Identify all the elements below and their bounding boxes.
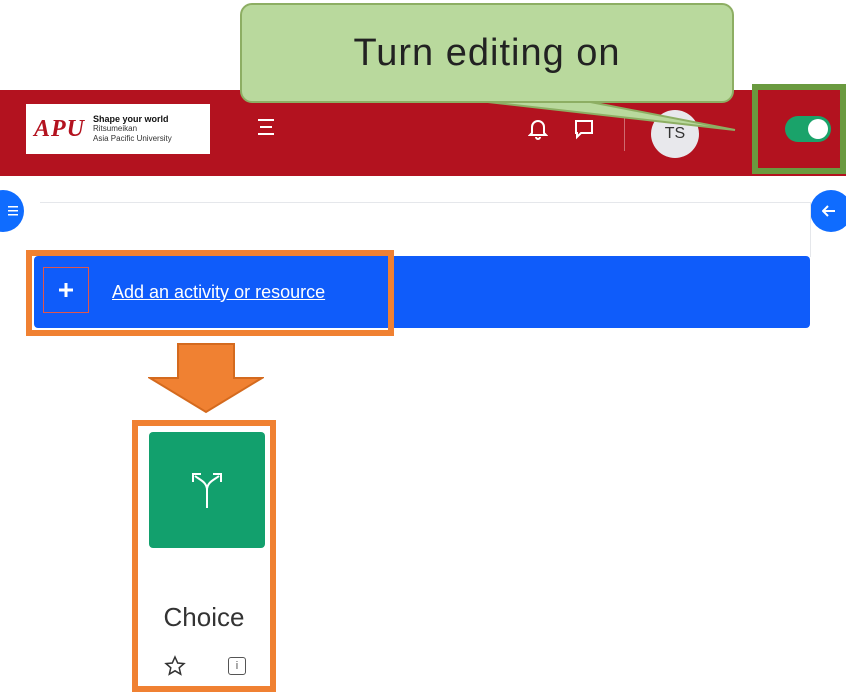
brand-text: Shape your world Ritsumeikan Asia Pacifi… — [93, 114, 172, 144]
down-arrow-icon — [148, 343, 264, 414]
callout-turn-editing: Turn editing on — [240, 3, 734, 103]
brand-tagline: Shape your world — [93, 114, 169, 124]
star-icon[interactable] — [164, 655, 186, 682]
site-logo[interactable]: APU Shape your world Ritsumeikan Asia Pa… — [26, 104, 210, 154]
user-avatar[interactable]: TS — [651, 110, 699, 158]
open-course-index-button[interactable] — [0, 190, 24, 232]
brand-mark: APU — [34, 115, 85, 142]
add-activity-link[interactable]: Add an activity or resource — [112, 282, 325, 303]
choice-tile[interactable] — [149, 432, 265, 548]
brand-subline-1: Ritsumeikan — [93, 124, 138, 133]
hamburger-icon[interactable] — [258, 118, 280, 140]
edit-mode-toggle[interactable] — [785, 116, 831, 142]
chat-icon[interactable] — [573, 118, 595, 145]
section-border-right — [810, 202, 811, 257]
toggle-knob — [808, 119, 828, 139]
fork-icon — [192, 473, 222, 508]
brand-subline-2: Asia Pacific University — [93, 134, 172, 143]
info-icon[interactable]: i — [228, 657, 246, 675]
navbar-divider — [624, 113, 625, 151]
open-block-drawer-button[interactable] — [810, 190, 846, 232]
section-border — [40, 202, 810, 203]
plus-icon[interactable] — [43, 267, 89, 313]
choice-label[interactable]: Choice — [138, 602, 270, 633]
bell-icon[interactable] — [527, 118, 549, 145]
